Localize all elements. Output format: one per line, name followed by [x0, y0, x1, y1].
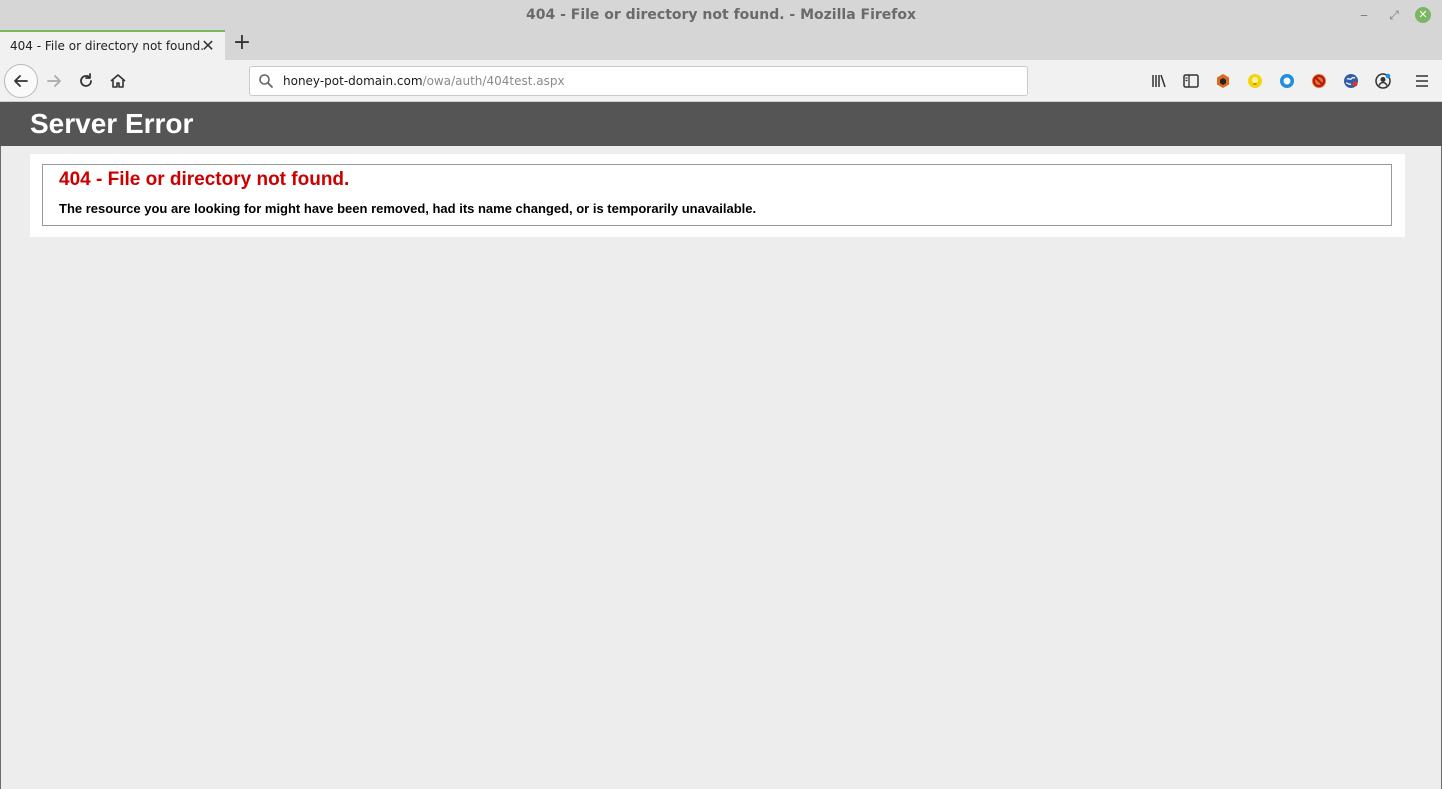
error-box: 404 - File or directory not found. The r…	[42, 164, 1392, 226]
window-edge-left	[0, 102, 1, 789]
tab-close-button[interactable]: ✕	[198, 36, 218, 56]
url-bar[interactable]: honey-pot-domain.com/owa/auth/404test.as…	[249, 66, 1028, 96]
error-message: The resource you are looking for might h…	[59, 201, 757, 216]
forward-button[interactable]	[42, 69, 66, 93]
extension-lightbulb-icon[interactable]	[1244, 70, 1266, 92]
window-titlebar: 404 - File or directory not found. - Moz…	[0, 0, 1442, 30]
minimize-button[interactable]: ‒	[1355, 6, 1373, 24]
menu-icon[interactable]	[1411, 70, 1433, 92]
maximize-button[interactable]: ⤢	[1385, 6, 1403, 24]
search-icon	[259, 74, 273, 88]
back-button[interactable]	[4, 64, 38, 98]
close-window-button[interactable]: ✕	[1415, 7, 1431, 23]
reload-icon	[80, 73, 92, 87]
url-path: /owa/auth/404test.aspx	[422, 74, 565, 88]
window-title: 404 - File or directory not found. - Moz…	[525, 7, 917, 23]
server-error-header: Server Error	[0, 102, 1442, 146]
extension-orange-icon[interactable]	[1212, 70, 1234, 92]
sidebar-icon[interactable]	[1180, 70, 1202, 92]
content-panel: 404 - File or directory not found. The r…	[30, 154, 1405, 237]
reload-button[interactable]	[74, 69, 98, 93]
extension-blue-ring-icon[interactable]	[1276, 70, 1298, 92]
arrow-left-icon	[14, 75, 28, 87]
arrow-right-icon	[47, 75, 61, 87]
extension-globe-icon[interactable]	[1340, 70, 1362, 92]
tab-label: 404 - File or directory not found.	[10, 39, 205, 53]
home-icon	[110, 74, 126, 88]
error-title: 404 - File or directory not found.	[59, 169, 350, 190]
page-title: Server Error	[30, 108, 194, 139]
tab-strip: 404 - File or directory not found. ✕ +	[0, 30, 1442, 60]
url-text[interactable]: honey-pot-domain.com/owa/auth/404test.as…	[283, 74, 565, 88]
extension-account-icon[interactable]	[1372, 70, 1394, 92]
tab-active[interactable]: 404 - File or directory not found. ✕	[0, 30, 225, 60]
url-host: honey-pot-domain.com	[283, 74, 423, 88]
home-button[interactable]	[106, 69, 130, 93]
new-tab-button[interactable]: +	[230, 32, 254, 56]
extension-blocked-icon[interactable]	[1308, 70, 1330, 92]
library-icon[interactable]	[1148, 70, 1170, 92]
nav-toolbar: honey-pot-domain.com/owa/auth/404test.as…	[0, 60, 1442, 102]
